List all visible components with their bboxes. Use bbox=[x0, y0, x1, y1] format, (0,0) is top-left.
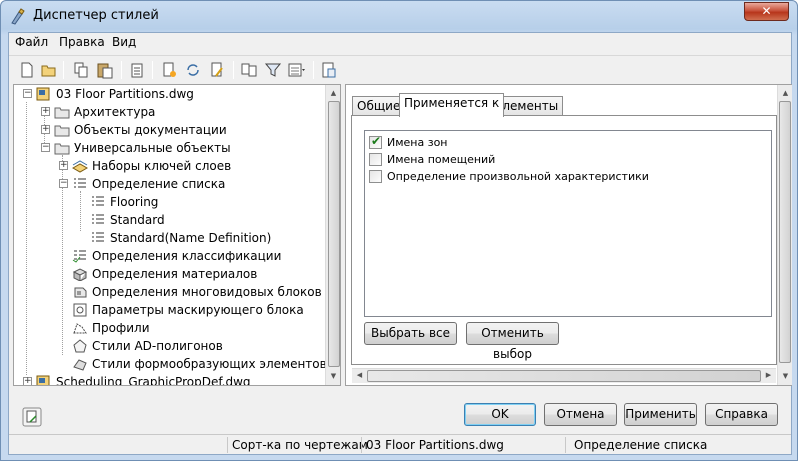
tree-node[interactable]: − Определение списка bbox=[20, 175, 320, 193]
select-all-button[interactable]: Выбрать все bbox=[364, 322, 457, 345]
tree-node[interactable]: Flooring bbox=[20, 193, 320, 211]
tree-node[interactable]: + Объекты документации bbox=[20, 121, 320, 139]
ok-button[interactable]: OK bbox=[464, 403, 536, 426]
cancel-button[interactable]: Отмена bbox=[544, 403, 617, 426]
tab-general[interactable]: Общие bbox=[352, 96, 406, 116]
help-button[interactable]: Справка bbox=[705, 403, 778, 426]
scroll-up-icon[interactable]: ▲ bbox=[780, 88, 791, 99]
profile-icon bbox=[73, 323, 87, 334]
scroll-thumb[interactable] bbox=[367, 370, 761, 382]
checkbox[interactable]: ✔ bbox=[369, 134, 382, 149]
tree-node[interactable]: Стили формообразующих элементов bbox=[20, 355, 327, 373]
polygon-icon bbox=[73, 339, 87, 353]
purge-icon[interactable] bbox=[127, 60, 147, 80]
window-title: Диспетчер стилей bbox=[33, 8, 159, 23]
close-icon: ✕ bbox=[761, 4, 772, 18]
tree-node[interactable]: Определения материалов bbox=[20, 265, 320, 283]
clear-selection-button[interactable]: Отменить выбор bbox=[466, 322, 559, 361]
switch-drawing-icon[interactable] bbox=[319, 60, 339, 80]
list-item-icon bbox=[92, 214, 104, 224]
status-bar: Сорт-ка по чертежам 03 Floor Partitions.… bbox=[9, 434, 791, 454]
tree-node[interactable]: Определения классификации bbox=[20, 247, 320, 265]
folder-icon bbox=[54, 143, 70, 155]
scroll-up-icon[interactable]: ▲ bbox=[328, 88, 339, 99]
tree-node[interactable]: Профили bbox=[20, 319, 320, 337]
new-style-icon[interactable] bbox=[159, 60, 179, 80]
sort-drawings-icon[interactable] bbox=[239, 60, 259, 80]
filter-icon[interactable] bbox=[263, 60, 283, 80]
new-icon[interactable] bbox=[17, 60, 37, 80]
panel-hscrollbar[interactable]: ◀ ▶ bbox=[352, 368, 776, 383]
close-button[interactable]: ✕ bbox=[744, 2, 789, 21]
tab-applies-to[interactable]: Применяется к bbox=[399, 93, 505, 117]
tree-node[interactable]: + Наборы ключей слоев bbox=[20, 157, 320, 175]
tree-node[interactable]: − 03 Floor Partitions.dwg bbox=[20, 85, 320, 103]
expand-icon[interactable]: + bbox=[41, 107, 50, 116]
list-item-icon bbox=[92, 196, 104, 206]
list-definition-icon bbox=[74, 178, 86, 188]
paste-icon[interactable] bbox=[95, 60, 115, 80]
tree-node[interactable]: Standard(Name Definition) bbox=[20, 229, 320, 247]
menu-bar: Файл Правка Вид bbox=[9, 33, 791, 53]
tree-node[interactable]: Определения многовидовых блоков bbox=[20, 283, 322, 301]
collapse-icon[interactable]: − bbox=[23, 89, 32, 98]
client-area: Файл Правка Вид − 03 Floor Partitions.dw… bbox=[8, 32, 792, 455]
tree-node[interactable]: + Архитектура bbox=[20, 103, 320, 121]
tree-node[interactable]: Параметры маскирующего блока bbox=[20, 301, 320, 319]
drawing-file-icon bbox=[36, 87, 50, 101]
menu-edit[interactable]: Правка bbox=[59, 35, 105, 49]
multiview-block-icon bbox=[74, 287, 87, 298]
checkbox[interactable] bbox=[369, 153, 382, 166]
expand-icon[interactable]: + bbox=[23, 377, 32, 385]
menu-file[interactable]: Файл bbox=[15, 35, 48, 49]
status-sort: Сорт-ка по чертежам bbox=[227, 437, 368, 453]
scroll-right-icon[interactable]: ▶ bbox=[763, 370, 774, 381]
applies-to-page: ✔ Имена зон Имена помещений Определение … bbox=[351, 115, 777, 365]
properties-panel: Общие Применяется к Элементы ✔ Имена зон… bbox=[345, 84, 792, 386]
style-tree[interactable]: − 03 Floor Partitions.dwg + Архитектура … bbox=[13, 84, 341, 386]
tree-node[interactable]: + Scheduling_GraphicPropDef.dwg bbox=[20, 373, 320, 385]
tree-scrollbar[interactable]: ▲ ▼ bbox=[325, 85, 340, 385]
scroll-thumb[interactable] bbox=[779, 101, 791, 363]
list-item-icon bbox=[92, 232, 104, 242]
toolbar bbox=[9, 55, 791, 83]
folder-icon bbox=[54, 107, 70, 119]
style-manager-window: Диспетчер стилей ✕ Файл Правка Вид − 03 … bbox=[0, 0, 798, 461]
tree-node[interactable]: − Универсальные объекты bbox=[20, 139, 320, 157]
open-icon[interactable] bbox=[39, 60, 59, 80]
mass-element-icon bbox=[73, 359, 87, 371]
scroll-left-icon[interactable]: ◀ bbox=[354, 370, 365, 381]
status-drawing: 03 Floor Partitions.dwg bbox=[361, 437, 565, 453]
panel-scrollbar[interactable]: ▲ ▼ bbox=[777, 85, 792, 385]
classification-icon bbox=[72, 250, 86, 263]
app-icon bbox=[11, 8, 25, 25]
dialog-buttons: OK Отмена Применить Справка bbox=[9, 387, 791, 435]
folder-icon bbox=[54, 125, 70, 137]
tree-node[interactable]: Стили AD-полигонов bbox=[20, 337, 320, 355]
expand-icon[interactable]: + bbox=[41, 125, 50, 134]
collapse-icon[interactable]: − bbox=[41, 143, 50, 152]
drawing-file-icon bbox=[36, 375, 50, 385]
edit-icon[interactable] bbox=[207, 60, 227, 80]
scroll-down-icon[interactable]: ▼ bbox=[780, 371, 791, 382]
scroll-thumb[interactable] bbox=[328, 101, 340, 367]
toggle-view-icon[interactable] bbox=[22, 407, 42, 427]
applies-to-list[interactable]: ✔ Имена зон Имена помещений Определение … bbox=[364, 130, 772, 317]
apply-button[interactable]: Применить bbox=[624, 403, 697, 426]
expand-icon[interactable]: + bbox=[59, 161, 68, 170]
synchronize-icon[interactable] bbox=[183, 60, 203, 80]
title-bar[interactable]: Диспетчер стилей ✕ bbox=[1, 1, 797, 33]
tree-node[interactable]: Standard bbox=[20, 211, 320, 229]
scroll-down-icon[interactable]: ▼ bbox=[328, 371, 339, 382]
copy-icon[interactable] bbox=[71, 60, 91, 80]
status-selection: Определение списка bbox=[565, 437, 785, 453]
layer-key-icon bbox=[72, 160, 88, 173]
view-icon[interactable] bbox=[287, 60, 307, 80]
checkbox[interactable] bbox=[369, 170, 382, 183]
mask-block-icon bbox=[73, 303, 87, 317]
material-icon bbox=[72, 268, 88, 281]
collapse-icon[interactable]: − bbox=[59, 179, 68, 188]
menu-view[interactable]: Вид bbox=[112, 35, 136, 49]
